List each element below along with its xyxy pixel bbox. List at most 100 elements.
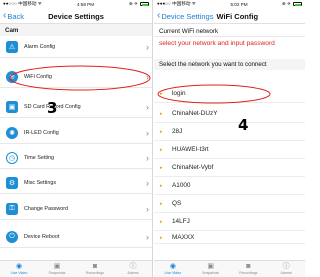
- wifi-signal-icon: ▸: [160, 182, 163, 189]
- back-label: Device Settings: [161, 11, 214, 21]
- tab-label: Snapshots: [48, 270, 66, 275]
- wifi-signal-icon: ▸: [160, 128, 163, 135]
- current-network-label: Current WiFi network: [154, 24, 305, 37]
- menu-item-sd-card-record-config[interactable]: ▣ SD Card Record Config ›: [0, 96, 152, 118]
- chevron-right-icon: ›: [146, 71, 149, 82]
- wifi-signal-icon: ▸: [160, 164, 163, 171]
- network-name: QS: [172, 200, 182, 208]
- tab-label: Alarms: [280, 270, 292, 275]
- status-icons: ⊕ ✈: [129, 1, 138, 6]
- back-button[interactable]: ‹ Device Settings WiFi Config: [157, 11, 258, 21]
- tab-alarms[interactable]: ⓘ Alarms: [114, 261, 152, 277]
- chevron-left-icon: ‹: [157, 10, 161, 21]
- menu-item-label: Device Reboot: [24, 233, 60, 240]
- step-number-annotation: 3: [47, 99, 58, 117]
- sd-card-icon: ▣: [6, 100, 18, 113]
- page-title: Device Settings: [48, 12, 104, 21]
- alert-icon: ⓘ: [129, 262, 137, 270]
- menu-item-misc-settings[interactable]: ⚙ Misc Settings ›: [0, 172, 152, 194]
- carrier-signal: ●●●○○ 中国移动 ᯤ: [157, 1, 196, 6]
- network-item[interactable]: ▸ 14LFJ: [154, 214, 305, 231]
- wifi-icon: ≋: [6, 70, 18, 83]
- film-icon: ◙: [92, 262, 98, 270]
- tab-bar: ◉ Live Video ▣ Snapshots ◙ Recordings ⓘ …: [154, 260, 305, 277]
- tab-snapshots[interactable]: ▣ Snapshots: [192, 261, 230, 277]
- tab-alarms[interactable]: ⓘ Alarms: [267, 261, 305, 277]
- wifi-signal-icon: ▸: [160, 218, 163, 225]
- network-item-login[interactable]: ▸ login: [154, 86, 305, 103]
- battery-icon: [293, 2, 302, 6]
- network-name: MAXXX: [172, 234, 195, 241]
- page-title: WiFi Config: [216, 11, 259, 21]
- network-item[interactable]: ▸ A1000: [154, 178, 305, 195]
- tab-live-video[interactable]: ◉ Live Video: [0, 261, 38, 277]
- network-name: ChinaNet-DUzY: [172, 110, 218, 118]
- network-item[interactable]: ▸ QS: [154, 196, 305, 213]
- chevron-right-icon: ›: [146, 152, 149, 163]
- alarm-icon: ⚠: [6, 40, 18, 53]
- menu-item-ir-led-config[interactable]: ✺ IR-LED Config ›: [0, 122, 152, 144]
- power-icon: ⏻: [6, 230, 18, 243]
- network-name: login: [172, 90, 186, 98]
- section-header-cam: Cam: [0, 24, 152, 36]
- wifi-signal-icon: ▸: [160, 234, 163, 241]
- key-icon: ⚿: [6, 202, 18, 215]
- tab-label: Snapshots: [202, 270, 220, 275]
- wifi-signal-icon: ▸: [160, 146, 163, 153]
- camera-icon: ◉: [169, 262, 176, 270]
- menu-item-device-reboot[interactable]: ⏻ Device Reboot ›: [0, 226, 152, 248]
- menu-item-alarm-config[interactable]: ⚠ Alarm Config ›: [0, 36, 152, 58]
- status-time: 5:02 PM: [230, 1, 248, 7]
- nav-bar: ‹ Device Settings WiFi Config: [154, 8, 305, 24]
- menu-item-label: Alarm Config: [24, 43, 56, 50]
- tab-recordings[interactable]: ◙ Recordings: [76, 261, 114, 277]
- gear-icon: ⚙: [6, 176, 18, 189]
- status-icons: ⊕ ✈: [282, 1, 291, 6]
- chevron-right-icon: ›: [146, 203, 149, 214]
- tab-live-video[interactable]: ◉ Live Video: [154, 261, 192, 277]
- wifi-signal-icon: ▸: [160, 90, 163, 97]
- network-name: 28J: [172, 128, 183, 136]
- wifi-config-screen: ●●●○○ 中国移动 ᯤ 5:02 PM ⊕ ✈ ‹ Device Settin…: [154, 0, 305, 277]
- carrier-signal: ●●○○○ 中国移动 ᯤ: [3, 1, 42, 6]
- status-time: 4:58 PM: [76, 1, 95, 7]
- network-name: ChinaNet-Vybf: [172, 164, 214, 172]
- chevron-right-icon: ›: [146, 231, 149, 242]
- tab-label: Recordings: [85, 270, 105, 275]
- chevron-right-icon: ›: [146, 101, 149, 112]
- chevron-right-icon: ›: [146, 127, 149, 138]
- chevron-right-icon: ›: [146, 41, 149, 52]
- device-settings-screen: ●●○○○ 中国移动 ᯤ 4:58 PM ⊕ ✈ ‹ Back Device S…: [0, 0, 153, 277]
- network-item[interactable]: ▸ MAXXX: [154, 232, 305, 244]
- ir-led-icon: ✺: [6, 126, 18, 139]
- menu-item-label: Time Setting: [24, 154, 55, 161]
- chevron-right-icon: ›: [146, 177, 149, 188]
- clock-icon: ◷: [6, 151, 18, 164]
- network-item[interactable]: ▸ ChinaNet-DUzY: [154, 106, 305, 123]
- camera-icon: ◉: [15, 262, 23, 270]
- menu-item-label: SD Card Record Config: [24, 103, 81, 110]
- network-name: 14LFJ: [172, 218, 190, 226]
- instruction-annotation: select your network and input password: [159, 40, 275, 47]
- menu-item-time-setting[interactable]: ◷ Time Setting ›: [0, 147, 152, 169]
- tab-label: Recordings: [239, 270, 258, 275]
- wifi-signal-icon: ▸: [160, 110, 163, 117]
- status-bar: ●●●○○ 中国移动 ᯤ 5:02 PM ⊕ ✈: [154, 0, 305, 8]
- menu-item-label: WiFi Config: [24, 73, 52, 80]
- network-item[interactable]: ▸ 28J: [154, 124, 305, 141]
- tab-label: Live Video: [164, 270, 182, 275]
- menu-item-label: IR-LED Config: [24, 129, 59, 136]
- menu-item-wifi-config[interactable]: ≋ WiFi Config ›: [0, 66, 152, 88]
- menu-item-label: Change Password: [24, 205, 69, 212]
- battery-icon: [140, 2, 149, 6]
- tab-recordings[interactable]: ◙ Recordings: [230, 261, 268, 277]
- network-item[interactable]: ▸ HUAWEI-t3rt: [154, 142, 305, 159]
- status-bar: ●●○○○ 中国移动 ᯤ 4:58 PM ⊕ ✈: [0, 0, 152, 8]
- menu-item-change-password[interactable]: ⚿ Change Password ›: [0, 198, 152, 220]
- tab-label: Alarms: [127, 270, 139, 275]
- alert-icon: ⓘ: [282, 262, 290, 270]
- network-name: HUAWEI-t3rt: [172, 146, 209, 154]
- tab-label: Live Video: [10, 270, 28, 275]
- tab-snapshots[interactable]: ▣ Snapshots: [38, 261, 76, 277]
- network-item[interactable]: ▸ ChinaNet-Vybf: [154, 160, 305, 177]
